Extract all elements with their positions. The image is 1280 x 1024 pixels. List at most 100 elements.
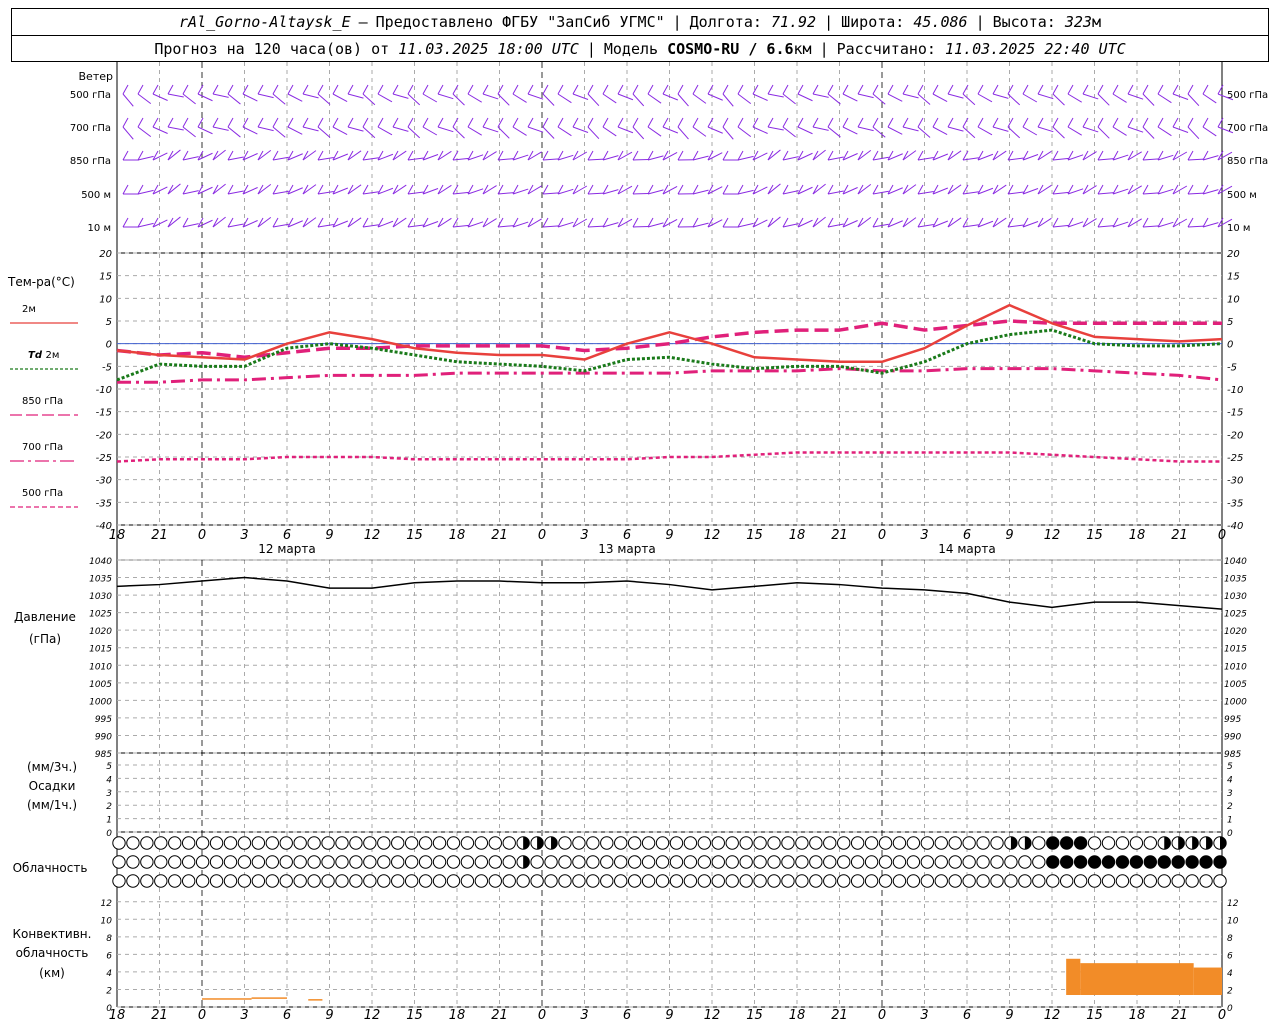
pressure-tick-right: 1010 (1224, 662, 1247, 672)
wind-barb (857, 216, 872, 228)
time-tick-bottom: 12 (364, 1008, 381, 1023)
cloud-cell (990, 836, 1004, 850)
conv-bar (251, 997, 287, 999)
wind-barb (827, 93, 841, 105)
cloud-cell (976, 874, 990, 888)
wind-barb-flag (542, 150, 549, 161)
wind-barb (977, 126, 993, 136)
cloud-cell (753, 836, 767, 850)
cloud-cell (1046, 874, 1060, 888)
legend-label-0: 2м (22, 304, 36, 315)
pressure-tick-left: 1040 (89, 557, 112, 567)
wind-barb-flag (722, 84, 729, 95)
pressure-tick-left: 990 (95, 732, 112, 742)
cloud-cell (418, 874, 433, 888)
wind-barb (1142, 93, 1155, 106)
wind-barb-flag (1022, 84, 1029, 95)
wind-barb (812, 149, 826, 161)
wind-barb (1067, 126, 1082, 136)
time-tick-mid: 21 (151, 528, 168, 543)
pressure-tick-left: 995 (95, 715, 112, 725)
cloud-cell (627, 874, 642, 888)
cloud-cell (864, 874, 879, 888)
wind-barb-flag (632, 150, 639, 161)
wind-barb-flag (122, 217, 129, 228)
wind-barb-flag (287, 117, 294, 128)
wind-barb-flag (167, 117, 174, 128)
precip-tick-left: 4 (106, 775, 112, 785)
wind-barb-flag (1187, 184, 1194, 195)
precip-tick-left: 0 (106, 829, 112, 839)
cloud-cell (586, 855, 600, 869)
cloud-cell (892, 836, 907, 850)
wind-barb (1187, 225, 1205, 228)
wind-barb (1187, 126, 1200, 140)
wind-barb (137, 126, 152, 138)
cloud-cell (683, 836, 698, 850)
cloud-cell (906, 855, 921, 869)
wind-barb (1142, 192, 1159, 195)
wind-barb-flag (542, 117, 549, 128)
cloud-cell (140, 874, 154, 888)
time-tick-mid: 6 (963, 528, 971, 543)
wind-barb (182, 126, 196, 138)
wind-barb-flag (1172, 117, 1179, 128)
wind-barb-flag (812, 117, 819, 128)
wind-barb-flag (767, 217, 774, 228)
wind-barb (602, 93, 617, 104)
wind-barb (827, 190, 844, 195)
cloud-cell (586, 836, 600, 850)
wind-barb (257, 183, 272, 195)
temp-tick-left: -5 (102, 362, 112, 373)
cloud-cell (363, 855, 377, 869)
wind-barb (272, 223, 289, 228)
cloud-cell (140, 855, 154, 869)
temp-tick-left: 5 (106, 317, 112, 328)
wind-barb-flag (272, 117, 279, 128)
wind-barb-flag (212, 84, 219, 95)
wind-barb (242, 126, 258, 135)
wind-barb-flag (167, 184, 174, 195)
wind-barb (902, 126, 919, 132)
cloud-cell (195, 836, 210, 850)
cloud-cell (753, 874, 767, 888)
wind-barb-flag (1187, 84, 1194, 95)
cloud-cell (669, 855, 684, 869)
cloud-cell (697, 855, 712, 869)
cloud-cell (126, 874, 140, 888)
wind-barb-flag (1037, 84, 1044, 95)
wind-barb-flag (122, 117, 129, 128)
cloud-cell (1129, 836, 1144, 850)
wind-barb-flag (272, 217, 279, 228)
model-name: COSMO-RU / 6.6 (667, 39, 794, 58)
wind-barb (212, 216, 226, 228)
cloud-cell (321, 836, 335, 850)
cloud-cell (990, 855, 1004, 869)
wind-barb (182, 93, 196, 105)
wind-barb (512, 126, 527, 136)
cloud-cell (781, 855, 795, 869)
wind-barb-flag (407, 217, 414, 228)
cloud-cell (878, 874, 893, 888)
cloud-cell (237, 874, 252, 888)
cloud-cell-half (523, 836, 530, 850)
wind-barb (767, 216, 781, 228)
conv-bar (1066, 958, 1081, 995)
wind-barb-flag (662, 117, 669, 128)
wind-barb (812, 216, 826, 228)
header-dash: – (358, 13, 368, 31)
cloud-cell-half (1024, 836, 1032, 850)
cloud-cell (697, 836, 712, 850)
cloud-cell (488, 874, 502, 888)
time-tick-mid: 18 (789, 528, 806, 543)
wind-barb-flag (302, 84, 309, 95)
wind-barb-flag (632, 184, 639, 195)
wind-barb-flag (1097, 84, 1104, 95)
wind-barb-flag (362, 184, 369, 195)
cloud-cell (864, 855, 879, 869)
wind-barb-flag (677, 117, 684, 128)
wind-barb (422, 93, 438, 103)
precip-title: Осадки (29, 779, 76, 793)
wind-barb-flag (1097, 117, 1104, 128)
cloud-cell (349, 855, 363, 869)
